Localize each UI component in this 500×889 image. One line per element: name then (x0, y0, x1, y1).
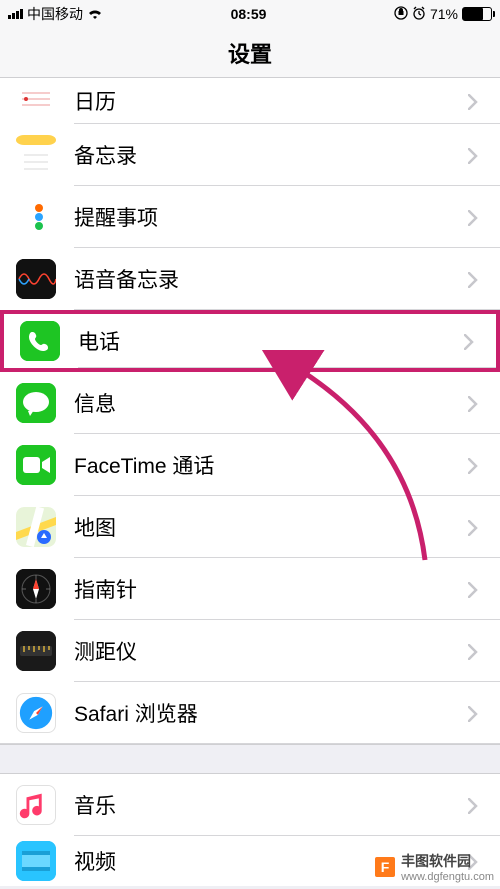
row-calendar[interactable]: 日历 (0, 78, 500, 124)
chevron-right-icon (468, 94, 482, 108)
row-label: 信息 (74, 388, 468, 418)
row-facetime[interactable]: FaceTime 通话 (0, 434, 500, 496)
row-measure[interactable]: 测距仪 (0, 620, 500, 682)
messages-icon (16, 383, 56, 423)
orientation-lock-icon (394, 6, 408, 23)
videos-icon (16, 841, 56, 881)
alarm-icon (412, 6, 426, 23)
signal-icon (8, 9, 23, 19)
row-label: 提醒事项 (74, 202, 468, 232)
network-icon (87, 6, 103, 22)
status-right: 71% (394, 6, 492, 23)
reminders-icon (16, 197, 56, 237)
nav-bar: 设置 (0, 28, 500, 78)
chevron-right-icon (464, 334, 478, 348)
group-separator (0, 744, 500, 774)
chevron-right-icon (468, 148, 482, 162)
calendar-icon (16, 87, 56, 115)
status-time: 08:59 (231, 6, 267, 22)
row-messages[interactable]: 信息 (0, 372, 500, 434)
row-compass[interactable]: 指南针 (0, 558, 500, 620)
row-label: 语音备忘录 (74, 264, 468, 294)
status-left: 中国移动 (8, 4, 103, 24)
row-label: 指南针 (74, 574, 468, 604)
facetime-icon (16, 445, 56, 485)
chevron-right-icon (468, 272, 482, 286)
row-maps[interactable]: 地图 (0, 496, 500, 558)
phone-icon (20, 321, 60, 361)
watermark-name: 丰图软件园 (401, 853, 471, 869)
row-label: 测距仪 (74, 636, 468, 666)
measure-icon (16, 631, 56, 671)
compass-icon (16, 569, 56, 609)
row-label: 音乐 (74, 790, 468, 820)
row-reminders[interactable]: 提醒事项 (0, 186, 500, 248)
safari-icon (16, 693, 56, 733)
row-label: Safari 浏览器 (74, 698, 468, 728)
chevron-right-icon (468, 644, 482, 658)
chevron-right-icon (468, 798, 482, 812)
page-title: 设置 (228, 37, 272, 69)
notes-icon (16, 135, 56, 175)
row-label: 日历 (74, 86, 468, 116)
row-phone[interactable]: 电话 (0, 310, 500, 372)
chevron-right-icon (468, 706, 482, 720)
chevron-right-icon (468, 210, 482, 224)
row-voicememo[interactable]: 语音备忘录 (0, 248, 500, 310)
settings-list: 日历 备忘录 提醒事项 语音备忘录 电话 信息 (0, 78, 500, 886)
row-notes[interactable]: 备忘录 (0, 124, 500, 186)
battery-pct: 71% (430, 6, 458, 22)
row-safari[interactable]: Safari 浏览器 (0, 682, 500, 744)
carrier-label: 中国移动 (27, 4, 83, 24)
row-label: FaceTime 通话 (74, 450, 468, 480)
maps-icon (16, 507, 56, 547)
chevron-right-icon (468, 582, 482, 596)
chevron-right-icon (468, 458, 482, 472)
music-icon (16, 785, 56, 825)
watermark-url: www.dgfengtu.com (401, 871, 494, 883)
watermark-logo-icon: F (375, 857, 395, 877)
row-label: 地图 (74, 512, 468, 542)
watermark: F 丰图软件园 www.dgfengtu.com (375, 851, 494, 883)
status-bar: 中国移动 08:59 71% (0, 0, 500, 28)
row-label: 电话 (78, 326, 464, 356)
row-label: 备忘录 (74, 140, 468, 170)
row-music[interactable]: 音乐 (0, 774, 500, 836)
battery-icon (462, 7, 492, 21)
chevron-right-icon (468, 396, 482, 410)
voice-memo-icon (16, 259, 56, 299)
chevron-right-icon (468, 520, 482, 534)
